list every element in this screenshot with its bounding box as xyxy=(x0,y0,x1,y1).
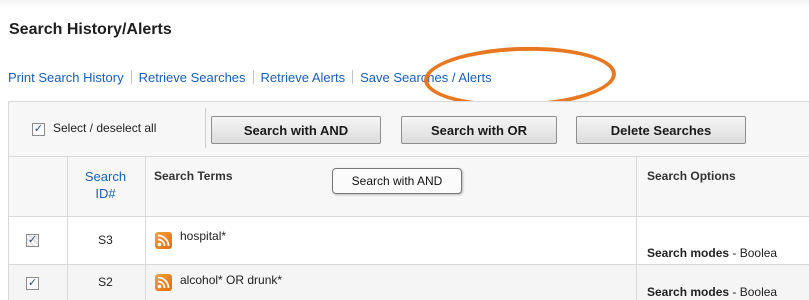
delete-searches-button[interactable]: Delete Searches xyxy=(576,116,746,144)
search-options-cell: Search modes - Boolea xyxy=(647,246,777,260)
row-checkbox[interactable]: ✓ xyxy=(26,234,39,247)
search-options-cell: Search modes - Boolea xyxy=(647,285,777,299)
row-divider xyxy=(8,216,809,217)
print-search-history-link[interactable]: Print Search History xyxy=(8,70,124,85)
search-modes-value: - Boolea xyxy=(729,246,778,260)
select-all-checkbox[interactable]: ✓ xyxy=(32,123,45,136)
search-terms-cell: hospital* xyxy=(180,229,227,243)
link-separator xyxy=(352,70,354,84)
search-options-header: Search Options xyxy=(647,169,736,183)
link-separator xyxy=(252,70,254,84)
search-terms-cell: alcohol* OR drunk* xyxy=(180,273,283,287)
search-with-and-button[interactable]: Search with AND xyxy=(211,116,381,144)
search-with-or-button[interactable]: Search with OR xyxy=(401,116,557,144)
row-divider xyxy=(8,264,809,265)
search-modes-label: Search modes xyxy=(647,246,730,260)
search-terms-header: Search Terms xyxy=(154,169,233,183)
search-modes-label: Search modes xyxy=(647,285,730,299)
select-all-label: Select / deselect all xyxy=(53,121,157,135)
row-divider xyxy=(8,156,809,157)
row-checkbox[interactable]: ✓ xyxy=(26,277,39,290)
toolbar-divider xyxy=(205,108,206,148)
rss-feed-icon[interactable] xyxy=(155,232,172,249)
rss-feed-icon[interactable] xyxy=(155,274,172,291)
history-links: Print Search History Retrieve Searches R… xyxy=(8,68,492,86)
column-divider xyxy=(67,157,68,300)
search-modes-value: - Boolea xyxy=(729,285,778,299)
search-id-cell: S2 xyxy=(98,275,113,289)
search-id-header[interactable]: Search ID# xyxy=(78,168,133,202)
search-id-cell: S3 xyxy=(98,233,113,247)
tooltip: Search with AND xyxy=(332,168,462,194)
top-bar xyxy=(0,0,809,8)
column-divider xyxy=(636,157,637,300)
retrieve-searches-link[interactable]: Retrieve Searches xyxy=(139,70,246,85)
link-separator xyxy=(130,70,132,84)
retrieve-alerts-link[interactable]: Retrieve Alerts xyxy=(261,70,346,85)
page-title: Search History/Alerts xyxy=(9,21,172,38)
column-divider xyxy=(145,157,146,300)
